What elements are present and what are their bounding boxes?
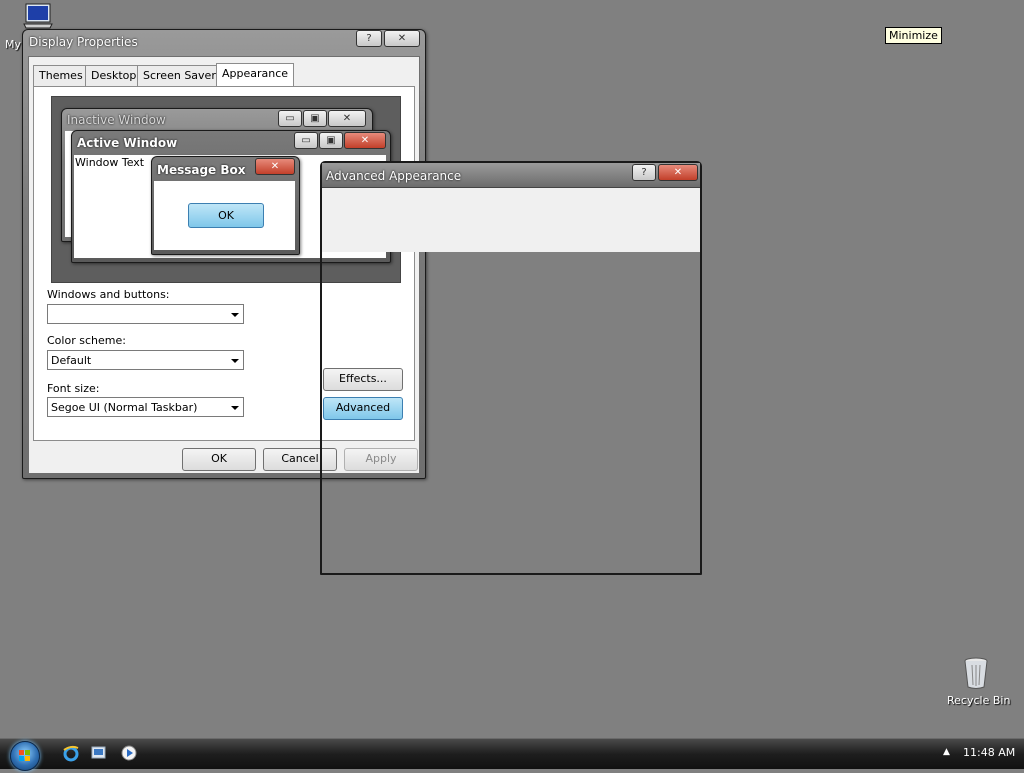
advanced-appearance-titlebar[interactable]: Advanced Appearance ? ✕ xyxy=(322,163,700,188)
inactive-window-title: Inactive Window xyxy=(67,113,166,127)
windows-logo-icon xyxy=(19,750,30,761)
message-box-ok-button: OK xyxy=(188,203,264,228)
preview-minimize-icon: ▭ xyxy=(278,110,302,127)
tab-desktop[interactable]: Desktop xyxy=(85,65,143,86)
advanced-help-button[interactable]: ? xyxy=(632,164,656,181)
advanced-appearance-window: Advanced Appearance ? ✕ xyxy=(320,161,702,575)
advanced-appearance-body xyxy=(322,188,700,252)
tab-themes[interactable]: Themes xyxy=(33,65,89,86)
advanced-appearance-title: Advanced Appearance xyxy=(326,169,462,183)
window-title: Display Properties xyxy=(29,35,138,49)
internet-explorer-icon[interactable] xyxy=(62,744,80,762)
help-icon: ? xyxy=(641,166,647,178)
preview-active-maximize-icon: ▣ xyxy=(319,132,343,149)
preview-close-icon: ✕ xyxy=(328,110,366,127)
font-size-value: Segoe UI (Normal Taskbar) xyxy=(51,401,198,414)
advanced-close-button[interactable]: ✕ xyxy=(658,164,698,181)
font-size-select[interactable]: Segoe UI (Normal Taskbar) xyxy=(47,397,244,417)
tab-screen-saver[interactable]: Screen Saver xyxy=(137,65,222,86)
tray-arrow-icon[interactable]: ▲ xyxy=(943,747,950,757)
help-icon: ? xyxy=(366,32,372,44)
my-computer-icon[interactable] xyxy=(22,2,54,30)
window-text: Window Text xyxy=(75,156,145,169)
minimize-tooltip: Minimize xyxy=(885,27,942,44)
recycle-bin-icon[interactable] xyxy=(962,656,990,690)
windows-and-buttons-select[interactable] xyxy=(47,304,244,324)
preview-maximize-icon: ▣ xyxy=(303,110,327,127)
show-desktop-icon[interactable] xyxy=(90,744,108,762)
message-box-body: OK xyxy=(154,181,295,250)
message-box-close-icon: ✕ xyxy=(255,158,295,175)
my-computer-label: My xyxy=(5,38,22,51)
chevron-down-icon xyxy=(231,406,239,410)
color-scheme-value: Default xyxy=(51,354,92,367)
active-window-title: Active Window xyxy=(77,136,178,150)
close-icon: ✕ xyxy=(397,32,407,44)
taskbar xyxy=(0,738,1024,769)
close-icon: ✕ xyxy=(673,166,683,178)
font-size-label: Font size: xyxy=(47,382,100,395)
help-button[interactable]: ? xyxy=(356,30,382,47)
start-button[interactable] xyxy=(10,741,40,771)
preview-active-close-icon: ✕ xyxy=(344,132,386,149)
media-player-icon[interactable] xyxy=(120,744,138,762)
color-scheme-select[interactable]: Default xyxy=(47,350,244,370)
tab-appearance[interactable]: Appearance xyxy=(216,63,295,86)
ok-button[interactable]: OK xyxy=(182,448,256,471)
preview-active-minimize-icon: ▭ xyxy=(294,132,318,149)
preview-message-box: Message Box ✕ OK xyxy=(151,156,300,255)
tab-strip: Themes Desktop Screen Saver Appearance xyxy=(33,63,413,87)
chevron-down-icon xyxy=(231,313,239,317)
close-button[interactable]: ✕ xyxy=(384,30,420,47)
color-scheme-label: Color scheme: xyxy=(47,334,126,347)
chevron-down-icon xyxy=(231,359,239,363)
windows-and-buttons-label: Windows and buttons: xyxy=(47,288,170,301)
clock[interactable]: 11:48 AM xyxy=(963,746,1015,759)
message-box-title: Message Box xyxy=(157,163,246,177)
recycle-bin-label: Recycle Bin xyxy=(947,694,1011,707)
